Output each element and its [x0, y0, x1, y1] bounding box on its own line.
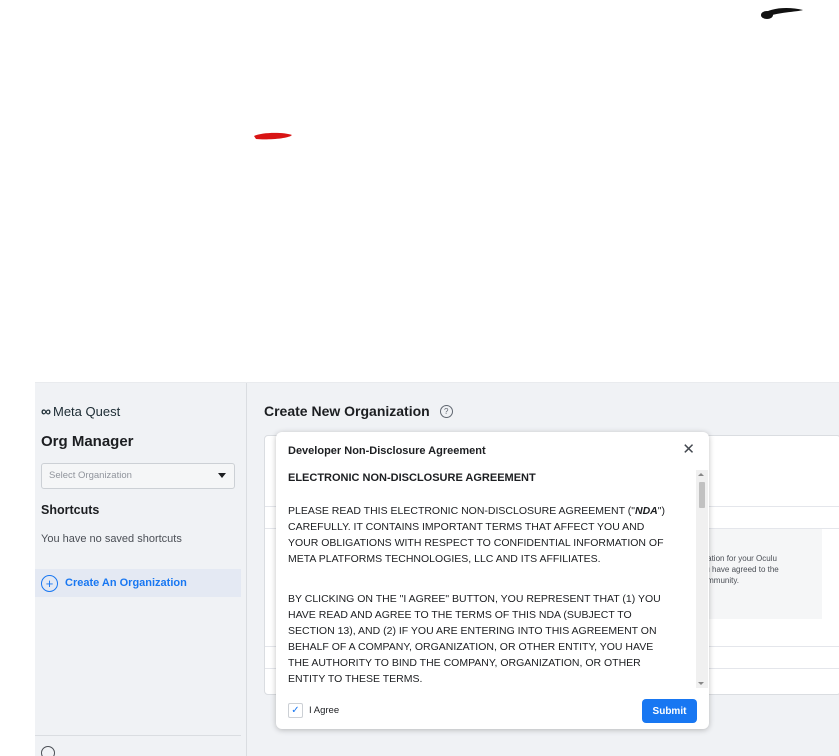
- meta-quest-logo[interactable]: ∞ Meta Quest: [41, 403, 120, 419]
- nda-text-line: THE AUTHORITY TO BIND THE COMPANY, ORGAN…: [288, 657, 641, 669]
- i-agree-checkbox-row[interactable]: ✓ I Agree: [288, 703, 339, 718]
- no-shortcuts-text: You have no saved shortcuts: [41, 533, 182, 545]
- scroll-down-arrow-icon[interactable]: [698, 682, 704, 685]
- create-organization-label: Create An Organization: [65, 577, 187, 589]
- nda-text-line: BEHALF OF A COMPANY, ORGANIZATION, OR OT…: [288, 641, 654, 653]
- i-agree-label[interactable]: I Agree: [309, 705, 339, 716]
- organization-select[interactable]: Select Organization: [41, 463, 235, 489]
- sidebar: ∞ Meta Quest Org Manager Select Organiza…: [35, 383, 247, 756]
- page-title: Create New Organization ?: [264, 403, 453, 419]
- nda-text-line: YOUR OBLIGATIONS WITH RESPECT TO CONFIDE…: [288, 537, 664, 549]
- nda-text-line: CAREFULLY. IT CONTAINS IMPORTANT TERMS T…: [288, 521, 645, 533]
- nda-text-line: BY CLICKING ON THE "I AGREE" BUTTON, YOU…: [288, 593, 661, 605]
- nda-text-scroll-area[interactable]: ELECTRONIC NON-DISCLOSURE AGREEMENT PLEA…: [288, 468, 696, 688]
- nda-emphasis: NDA: [635, 505, 658, 517]
- nda-heading: ELECTRONIC NON-DISCLOSURE AGREEMENT: [288, 472, 536, 484]
- sidebar-divider: [35, 735, 241, 736]
- create-organization-button[interactable]: + Create An Organization: [35, 569, 241, 597]
- nda-text-line: SECTION 13), AND (2) IF YOU ARE ENTERING…: [288, 625, 657, 637]
- nda-paragraph-2: BY CLICKING ON THE "I AGREE" BUTTON, YOU…: [288, 591, 693, 687]
- red-scribble-mark: [254, 132, 292, 140]
- submit-button[interactable]: Submit: [642, 699, 697, 723]
- nda-text-line: META PLATFORMS TECHNOLOGIES, LLC AND ITS…: [288, 553, 601, 565]
- modal-title: Developer Non-Disclosure Agreement: [288, 445, 486, 457]
- select-placeholder: Select Organization: [49, 470, 132, 481]
- scrollbar-thumb[interactable]: [699, 482, 705, 508]
- shortcuts-heading: Shortcuts: [41, 503, 100, 517]
- i-agree-checkbox[interactable]: ✓: [288, 703, 303, 718]
- scroll-up-arrow-icon[interactable]: [698, 473, 704, 476]
- nda-text-line: ENTITY TO THESE TERMS.: [288, 673, 423, 685]
- org-manager-title: Org Manager: [41, 433, 134, 450]
- black-scribble-mark: [761, 8, 803, 19]
- meta-infinity-icon: ∞: [41, 403, 51, 419]
- nda-paragraph-1: PLEASE READ THIS ELECTRONIC NON-DISCLOSU…: [288, 503, 693, 567]
- close-icon[interactable]: ✕: [682, 442, 695, 457]
- nda-text-line: PLEASE READ THIS ELECTRONIC NON-DISCLOSU…: [288, 505, 665, 517]
- nda-text-line: HAVE READ AND AGREE TO THE TERMS OF THIS…: [288, 609, 632, 621]
- logo-text: Meta Quest: [52, 403, 121, 419]
- nda-modal: Developer Non-Disclosure Agreement ✕ ELE…: [276, 432, 709, 729]
- page-title-text: Create New Organization: [264, 403, 430, 419]
- help-icon[interactable]: ?: [439, 404, 453, 418]
- plus-circle-icon: +: [41, 575, 58, 592]
- caret-down-icon: [218, 473, 226, 478]
- scrollbar[interactable]: [696, 470, 708, 688]
